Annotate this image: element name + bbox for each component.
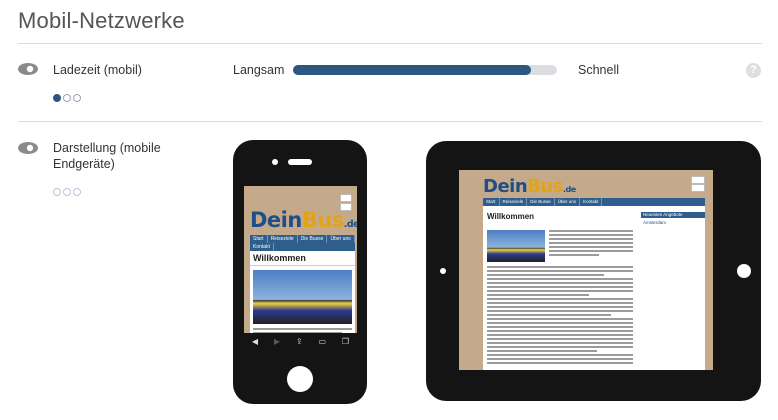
site-text	[487, 266, 633, 366]
page-title: Mobil-Netzwerke	[18, 8, 185, 33]
divider	[18, 121, 762, 122]
eye-icon[interactable]	[18, 142, 38, 154]
tablet-screen: DeinBus.de Start Reiseziele Die Busse Üb…	[459, 170, 713, 370]
mini-widget	[691, 184, 705, 192]
site-page: Start Reiseziele Die Busse Über uns Kont…	[250, 235, 355, 349]
rating-dot	[73, 188, 81, 196]
site-heading: Willkommen	[487, 212, 535, 221]
mini-widget	[691, 176, 705, 184]
display-label: Darstellung (mobile Endgeräte)	[53, 141, 161, 171]
tablet-camera	[440, 268, 446, 274]
tablet-home-button	[737, 264, 751, 278]
rating-dot	[53, 94, 61, 102]
site-nav: Start Reiseziele Die Busse Über uns Kont…	[483, 198, 705, 206]
back-icon: ◀	[251, 336, 259, 346]
question-icon[interactable]: ?	[746, 63, 761, 78]
site-logo: DeinBus.de	[483, 176, 576, 197]
mini-widget	[340, 194, 352, 202]
display-rating	[53, 188, 81, 196]
sidebar-title: Neuesten Angebote	[641, 212, 705, 218]
slow-label: Langsam	[233, 63, 285, 77]
bus-image	[487, 230, 545, 262]
rating-dot	[53, 188, 61, 196]
fast-label: Schnell	[578, 63, 619, 77]
site-nav: Start Reiseziele Die Busse Über uns Kont…	[250, 235, 355, 251]
phone-camera	[272, 159, 278, 165]
rating-dot	[73, 94, 81, 102]
load-time-bar	[293, 65, 557, 75]
tabs-icon: ❐	[341, 336, 350, 346]
rating-dot	[63, 188, 71, 196]
rating-dot	[63, 94, 71, 102]
share-icon: ⇪	[295, 336, 303, 346]
site-page: Start Reiseziele Die Busse Über uns Kont…	[483, 198, 705, 370]
phone-speaker	[288, 159, 312, 165]
phone-home-button	[287, 366, 313, 392]
bookmarks-icon: ▭	[318, 336, 327, 346]
phone-browser-bar: ◀ ▶ ⇪ ▭ ❐	[244, 333, 357, 349]
load-time-label: Ladezeit (mobil)	[53, 63, 142, 77]
phone-screen: DeinBus.de Start Reiseziele Die Busse Üb…	[244, 186, 357, 349]
site-heading: Willkommen	[250, 251, 355, 266]
load-time-bar-fill	[293, 65, 531, 75]
forward-icon: ▶	[273, 336, 281, 346]
sidebar-link[interactable]: Amsterdam	[643, 220, 666, 225]
eye-icon[interactable]	[18, 63, 38, 75]
divider	[18, 43, 762, 44]
site-text	[549, 230, 633, 258]
load-time-rating	[53, 94, 81, 102]
bus-image	[253, 270, 352, 324]
site-logo: DeinBus.de	[250, 208, 357, 232]
